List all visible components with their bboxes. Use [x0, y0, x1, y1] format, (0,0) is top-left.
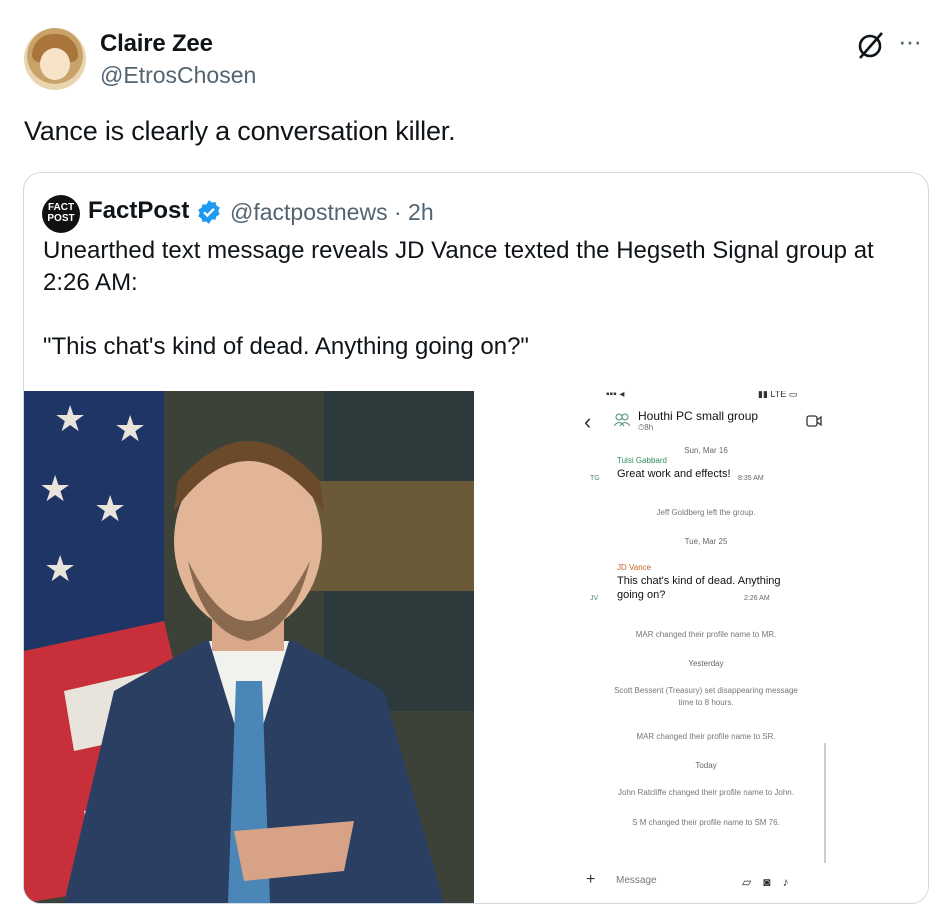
sticker-icon[interactable]: ▱ [742, 875, 763, 889]
signal-chat-screenshot[interactable]: ▪▪▪ ◂ ▮▮ LTE ▭ ‹ Houthi PC small group ⏱… [486, 391, 928, 903]
svg-text:★: ★ [54, 398, 86, 439]
author-name[interactable]: Claire Zee [100, 30, 213, 58]
system-message: Scott Bessent (Treasury) set disappearin… [614, 686, 798, 707]
date-separator: Today [695, 761, 717, 770]
status-bar-time: ▪▪▪ ◂ [606, 391, 625, 400]
mic-icon[interactable]: ♪ [782, 875, 800, 889]
quoted-tweet[interactable]: FACT POST FactPost @factpostnews · 2h Un… [23, 172, 929, 904]
verified-badge-icon [198, 200, 220, 224]
date-separator: Tue, Mar 25 [684, 537, 728, 546]
factpost-logo[interactable]: FACT POST [42, 195, 80, 233]
sender-initials: TG [590, 475, 600, 482]
portrait-illustration: ★ ★ ★ ★ ★ [24, 391, 474, 903]
grok-icon[interactable] [856, 30, 886, 60]
video-call-icon[interactable] [806, 415, 822, 427]
svg-text:★: ★ [44, 548, 76, 589]
chat-group-title[interactable]: Houthi PC small group [638, 409, 758, 423]
message-time: 8:35 AM [738, 475, 764, 482]
portrait-photo[interactable]: ★ ★ ★ ★ ★ [24, 391, 474, 903]
tweet-text: Vance is clearly a conversation killer. [24, 116, 456, 146]
attach-plus-icon[interactable]: + [586, 871, 595, 889]
composer-actions[interactable]: ▱◙♪ [742, 875, 800, 889]
more-options-icon[interactable]: ··· [898, 28, 928, 54]
svg-text:★: ★ [114, 408, 146, 449]
status-bar-signal: ▮▮ LTE ▭ [758, 391, 798, 399]
system-message: MAR changed their profile name to MR. [635, 630, 777, 639]
svg-text:★: ★ [94, 488, 126, 529]
chat-scrollbar[interactable] [824, 743, 826, 863]
quote-author-name[interactable]: FactPost [88, 197, 189, 225]
chat-disappearing-timer: ⏱8h [638, 423, 654, 432]
back-arrow-icon[interactable]: ‹ [584, 409, 591, 435]
system-message: Jeff Goldberg left the group. [656, 508, 756, 517]
svg-text:★: ★ [39, 468, 71, 509]
quote-text: Unearthed text message reveals JD Vance … [43, 237, 874, 360]
author-avatar[interactable] [24, 28, 86, 90]
date-separator: Sun, Mar 16 [684, 446, 728, 455]
author-handle[interactable]: @EtrosChosen [100, 62, 256, 89]
message-sender: Tulsi Gabbard [617, 456, 667, 465]
message-input[interactable]: Message [616, 875, 657, 886]
message-time: 2:26 AM [744, 595, 770, 602]
message-text[interactable]: Great work and effects! [617, 467, 731, 481]
camera-icon[interactable]: ◙ [763, 875, 782, 889]
message-sender: JD Vance [617, 563, 652, 572]
system-message: S M changed their profile name to SM 76. [632, 818, 780, 827]
quote-meta: @factpostnews · 2h [230, 199, 434, 225]
date-separator: Yesterday [688, 659, 724, 668]
sender-initials: JV [590, 595, 599, 602]
group-icon[interactable] [614, 413, 630, 427]
system-message: John Ratcliffe changed their profile nam… [618, 788, 794, 797]
system-message: MAR changed their profile name to SR. [636, 732, 776, 741]
